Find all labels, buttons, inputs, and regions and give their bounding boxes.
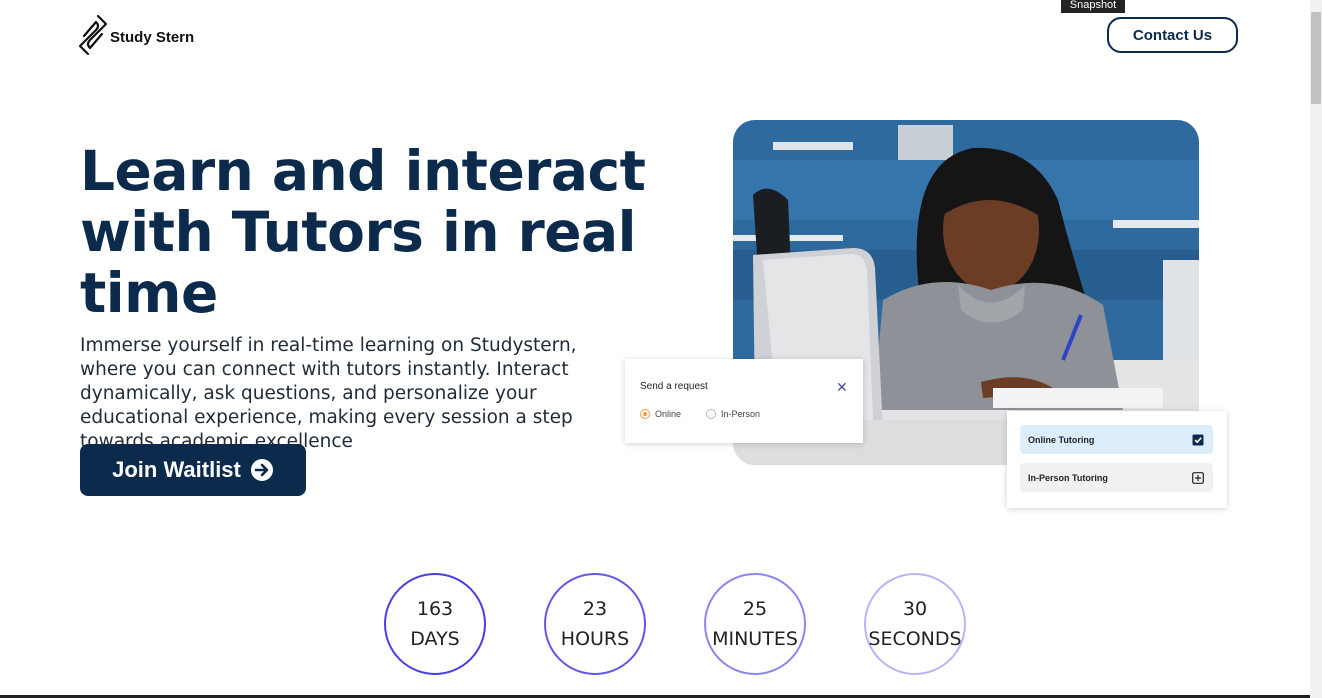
hero-title: Learn and interact with Tutors in real t… (80, 139, 646, 325)
countdown-hours: 23 HOURS (544, 573, 646, 675)
countdown-minutes-value: 25 (742, 598, 768, 620)
option-online-tutoring[interactable]: Online Tutoring (1020, 425, 1213, 454)
request-card-title: Send a request (640, 381, 708, 392)
countdown-seconds: 30 SECONDS (864, 573, 966, 675)
page-scrollbar-track[interactable] (1310, 0, 1322, 698)
countdown-seconds-value: 30 (902, 598, 928, 620)
brand-name: Study Stern (110, 28, 195, 46)
radio-in-person[interactable]: In-Person (706, 409, 760, 419)
send-request-card: Send a request ✕ Online In-Person (625, 359, 863, 443)
countdown-minutes-unit: MINUTES (712, 628, 798, 650)
radio-selected-icon (640, 409, 650, 419)
countdown-minutes: 25 MINUTES (704, 573, 806, 675)
hero-description: Immerse yourself in real-time learning o… (80, 335, 577, 452)
close-icon[interactable]: ✕ (836, 379, 848, 396)
arrow-right-circle-icon (250, 459, 273, 481)
radio-online[interactable]: Online (640, 409, 681, 419)
plus-square-icon (1192, 471, 1204, 484)
brand-logo[interactable]: Study Stern (76, 12, 194, 58)
option-online-tutoring-label: Online Tutoring (1028, 434, 1095, 445)
countdown-hours-value: 23 (582, 598, 608, 620)
page-scrollbar-thumb[interactable] (1311, 12, 1321, 104)
radio-unselected-icon (706, 409, 716, 419)
radio-online-label: Online (655, 409, 682, 419)
radio-in-person-label: In-Person (721, 409, 761, 419)
option-in-person-tutoring-label: In-Person Tutoring (1028, 472, 1108, 483)
countdown-days: 163 DAYS (384, 573, 486, 675)
contact-us-button[interactable]: Contact Us (1107, 17, 1238, 53)
checkbox-checked-icon (1192, 434, 1204, 445)
countdown-seconds-unit: SECONDS (868, 628, 962, 650)
countdown-days-value: 163 (416, 598, 454, 620)
option-in-person-tutoring[interactable]: In-Person Tutoring (1020, 463, 1213, 492)
snapshot-tooltip: Snapshot (1061, 0, 1125, 13)
paperclip-s-icon (78, 14, 108, 56)
countdown-days-unit: DAYS (410, 628, 460, 650)
countdown-hours-unit: HOURS (560, 628, 630, 650)
join-waitlist-button[interactable]: Join Waitlist (80, 444, 306, 496)
join-waitlist-label: Join Waitlist (112, 457, 241, 482)
tutoring-options-card: Online Tutoring In-Person Tutoring (1007, 411, 1227, 508)
